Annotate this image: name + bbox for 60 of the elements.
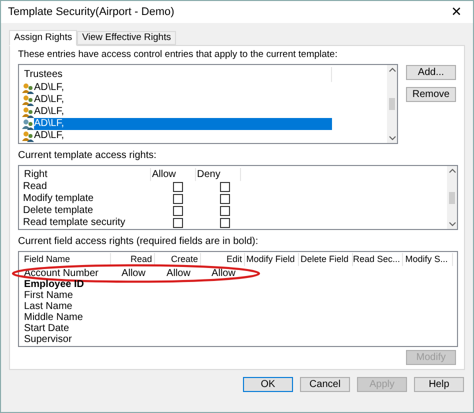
- table-cell-text: Allow: [210, 268, 236, 280]
- table-cell-text: Supervisor: [23, 334, 73, 346]
- users-icon: [22, 82, 34, 94]
- table-cell-text: First Name: [23, 290, 74, 302]
- tab[interactable]: Assign Rights: [9, 30, 78, 46]
- window-title: Template Security(Airport - Demo): [8, 6, 174, 18]
- column-header[interactable]: Allow: [151, 168, 196, 181]
- checkbox[interactable]: [173, 206, 183, 216]
- checkbox[interactable]: [220, 182, 230, 192]
- users-icon: [22, 94, 34, 106]
- field-rights-caption: Current field access rights (required fields are in bold):: [18, 236, 260, 248]
- trustee-item[interactable]: AD\LF,: [34, 118, 332, 130]
- checkbox[interactable]: [173, 194, 183, 204]
- checkbox[interactable]: [220, 218, 230, 228]
- table-cell-text: Middle Name: [23, 312, 84, 324]
- column-header[interactable]: Delete Field: [299, 253, 353, 266]
- trustee-item[interactable]: AD\LF,: [34, 94, 332, 106]
- column-header[interactable]: Trustees: [22, 67, 332, 82]
- column-header[interactable]: Edit: [201, 253, 245, 266]
- checkbox[interactable]: [220, 194, 230, 204]
- dialog-button[interactable]: Remove: [406, 87, 456, 102]
- dialog-button[interactable]: Add...: [406, 65, 456, 80]
- scrollbar[interactable]: [387, 65, 397, 143]
- close-button[interactable]: ✕: [447, 6, 466, 18]
- scrollbar-thumb[interactable]: [389, 98, 395, 110]
- column-header[interactable]: Read Sec...: [353, 253, 403, 266]
- scrollbar-thumb[interactable]: [449, 192, 455, 204]
- tab[interactable]: View Effective Rights: [77, 31, 176, 45]
- column-header[interactable]: Deny: [196, 168, 241, 181]
- dialog-button[interactable]: OK: [243, 377, 293, 392]
- dialog-button[interactable]: Help: [414, 377, 464, 392]
- checkbox[interactable]: [220, 206, 230, 216]
- table-cell-text: Allow: [166, 268, 192, 280]
- scrollbar[interactable]: [447, 166, 457, 229]
- trustee-item[interactable]: AD\LF,: [34, 106, 332, 118]
- users-icon: [22, 130, 34, 142]
- table-cell-text: Account Number: [23, 268, 100, 280]
- trustees-caption: These entries have access control entries that apply to the current template:: [18, 49, 338, 61]
- column-header[interactable]: Right: [23, 168, 151, 181]
- column-header[interactable]: Modify Field: [245, 253, 299, 266]
- right-label: Modify template: [23, 193, 95, 205]
- table-cell-text: Start Date: [23, 322, 70, 334]
- right-label: Read: [23, 181, 48, 193]
- table-cell-text: Allow: [120, 268, 146, 280]
- column-header[interactable]: Field Name: [23, 253, 111, 266]
- dialog-button[interactable]: Cancel: [300, 377, 350, 392]
- right-label: Delete template: [23, 205, 94, 217]
- users-icon: [22, 106, 34, 118]
- checkbox[interactable]: [173, 182, 183, 192]
- column-header[interactable]: Create: [155, 253, 201, 266]
- template-rights-caption: Current template access rights:: [18, 150, 158, 162]
- column-header[interactable]: Read: [111, 253, 155, 266]
- users-icon: [22, 118, 34, 130]
- table-cell-text: Last Name: [23, 300, 74, 312]
- right-label: Read template security: [23, 217, 126, 229]
- trustee-item[interactable]: AD\LF,: [34, 130, 332, 142]
- column-header[interactable]: Modify S...: [403, 253, 453, 266]
- trustee-item[interactable]: AD\LF,: [34, 82, 332, 94]
- table-cell-text: Employee ID: [23, 278, 86, 290]
- checkbox[interactable]: [173, 218, 183, 228]
